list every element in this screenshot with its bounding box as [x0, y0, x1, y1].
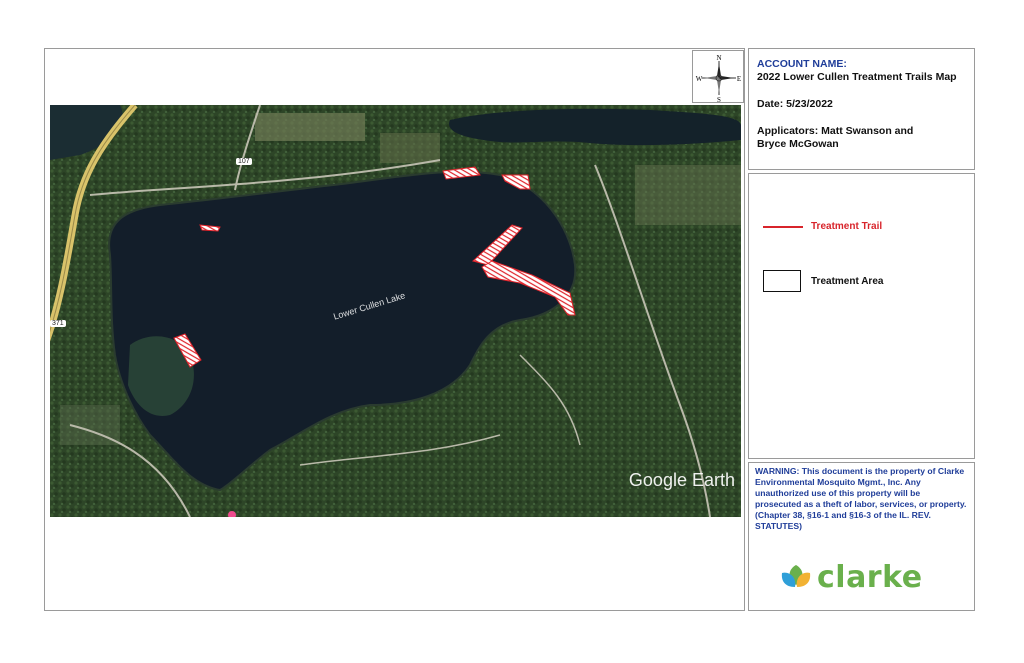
legend-treatment-area: Treatment Area: [763, 270, 883, 292]
account-info-box: ACCOUNT NAME: 2022 Lower Cullen Treatmen…: [748, 48, 975, 170]
compass-e: E: [737, 75, 741, 83]
clearing: [635, 165, 741, 225]
legend-box: Treatment Trail Treatment Area: [748, 173, 975, 459]
compass-icon: N S W E: [696, 54, 741, 104]
google-earth-attribution: Google Earth: [628, 470, 735, 490]
treatment-area-label: Treatment Area: [811, 275, 884, 287]
map-title: 2022 Lower Cullen Treatment Trails Map: [757, 71, 957, 83]
compass-w: W: [696, 75, 703, 83]
clearing: [380, 133, 440, 163]
clearing: [255, 113, 365, 141]
applicators-line-2: Bryce McGowan: [757, 138, 839, 150]
road-371-shield: 371: [50, 320, 66, 327]
treatment-area-swatch: [763, 270, 801, 292]
clarke-logo: clarke: [779, 560, 923, 595]
satellite-map[interactable]: Lower Cullen Lake 371 107 Google Earth: [50, 105, 741, 517]
date-label: Date: 5/23/2022: [757, 98, 833, 110]
road-107-shield: 107: [236, 158, 252, 165]
clarke-wordmark: clarke: [817, 560, 923, 595]
treatment-trail-swatch: [763, 225, 803, 228]
applicators-line-1: Applicators: Matt Swanson and: [757, 125, 914, 137]
treatment-trail-label: Treatment Trail: [811, 221, 883, 232]
warning-text: WARNING: This document is the property o…: [755, 466, 967, 531]
north-lake: [449, 108, 741, 146]
legend-treatment-trail: Treatment Trail: [763, 221, 882, 232]
account-name-label: ACCOUNT NAME:: [757, 58, 847, 70]
compass-n: N: [716, 54, 721, 62]
compass-s: S: [717, 96, 721, 104]
compass-rose: N S W E: [692, 50, 744, 104]
clarke-leaf-icon: [781, 564, 811, 587]
warning-box: WARNING: This document is the property o…: [748, 462, 975, 611]
